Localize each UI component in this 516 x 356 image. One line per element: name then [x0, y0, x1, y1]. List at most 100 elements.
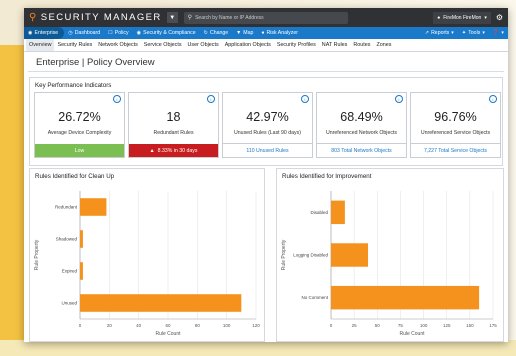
kpi-value: 18 [166, 110, 181, 124]
nav-help[interactable]: ❓ ▾ [489, 27, 508, 39]
magnifier-logo-icon: ⚲ [29, 12, 38, 23]
user-name: FireMon FireMon [443, 14, 482, 21]
subnav-zones[interactable]: Zones [373, 39, 394, 51]
x-tick-label: 50 [375, 323, 381, 328]
x-tick-label: 100 [420, 323, 428, 328]
brand-menu-button[interactable]: ▼ [166, 12, 178, 23]
kpi-label: Average Device Complexity [47, 130, 112, 136]
kpi-card-device-complexity[interactable]: i 26.72% Average Device Complexity Low [34, 92, 125, 158]
x-tick-label: 125 [443, 323, 451, 328]
subnav-overview[interactable]: Overview [26, 39, 55, 51]
kpi-value: 42.97% [246, 110, 289, 124]
main-nav: ◉ Enterprise ◷ Dashboard ☐ Policy ◉ Security… [24, 27, 508, 39]
kpi-label: Unreferenced Network Objects [326, 130, 397, 136]
chevron-down-icon: ▾ [484, 14, 487, 21]
sub-nav: Overview Security Rules Network Objects … [24, 39, 508, 52]
kpi-label: Unreferenced Service Objects [420, 130, 491, 136]
bar [331, 243, 369, 267]
nav-security-compliance[interactable]: ◉ Security & Compliance [133, 27, 200, 39]
subnav-user-objects[interactable]: User Objects [185, 39, 222, 51]
search-input[interactable]: ⚲ Search by Name or IP Address [183, 11, 348, 24]
info-icon[interactable]: i [207, 95, 215, 103]
y-axis-title: Rule Property [281, 239, 287, 270]
x-tick-label: 100 [223, 323, 231, 328]
refresh-icon: ↻ [203, 30, 208, 36]
policy-icon: ☐ [108, 30, 113, 36]
info-icon[interactable]: i [395, 95, 403, 103]
chevron-down-icon: ▾ [482, 30, 485, 36]
top-bar: ⚲ SECURITY MANAGER ▼ ⚲ Search by Name or… [24, 8, 508, 27]
x-tick-label: 150 [466, 323, 474, 328]
kpi-label: Unused Rules (Last 90 days) [234, 130, 301, 136]
kpi-panel: Key Performance Indicators i 26.72% Aver… [29, 77, 503, 166]
info-icon[interactable]: i [113, 95, 121, 103]
user-menu[interactable]: ● FireMon FireMon ▾ [433, 11, 491, 24]
subnav-service-objects[interactable]: Service Objects [141, 39, 185, 51]
kpi-footer: ▲ 8.33% in 30 days [129, 144, 218, 157]
cleanup-chart: 0 20 40 60 80 100 120 Redundant Shadowed Expired U… [34, 191, 260, 337]
nav-dashboard[interactable]: ◷ Dashboard [64, 27, 104, 39]
nav-label: Dashboard [74, 30, 101, 36]
nav-map[interactable]: ▼ Map [232, 27, 257, 39]
improvement-chart: 0 25 50 75 100 125 150 175 Disabled Logging Disab… [281, 191, 497, 337]
nav-tools[interactable]: ✦ Tools ▾ [458, 27, 489, 39]
kpi-footer-link[interactable]: 7,227 Total Service Objects [411, 143, 500, 157]
cleanup-chart-panel: Rules Identified for Clean Up 0 20 40 60 80 1… [29, 168, 265, 342]
y-tick-label: No Comment [301, 295, 328, 300]
help-icon: ❓ [492, 30, 500, 36]
subnav-application-objects[interactable]: Application Objects [222, 39, 274, 51]
subnav-network-objects[interactable]: Network Objects [95, 39, 141, 51]
bar [331, 285, 480, 310]
kpi-label: Redundant Rules [153, 130, 194, 136]
nav-label: Risk Analyzer [266, 30, 298, 36]
x-tick-label: 20 [107, 323, 113, 328]
bar [80, 198, 107, 216]
gear-icon[interactable]: ⚙ [496, 13, 503, 22]
kpi-footer-text: 8.33% in 30 days [157, 147, 198, 154]
x-axis-title: Rule Count [399, 331, 425, 337]
user-area: ● FireMon FireMon ▾ ⚙ [433, 11, 503, 24]
bar [80, 230, 83, 248]
nav-label: Policy [114, 30, 129, 36]
arrow-up-icon: ▲ [149, 147, 155, 154]
nav-reports[interactable]: ↗ Reports ▾ [421, 27, 458, 39]
kpi-card-unused-rules[interactable]: i 42.97% Unused Rules (Last 90 days) 110… [222, 92, 313, 158]
subnav-security-rules[interactable]: Security Rules [54, 39, 95, 51]
y-tick-label: Shadowed [56, 237, 78, 242]
kpi-value: 26.72% [58, 110, 101, 124]
nav-risk-analyzer[interactable]: ● Risk Analyzer [257, 27, 302, 39]
page-title: Enterprise | Policy Overview [28, 52, 504, 72]
nav-policy[interactable]: ☐ Policy [104, 27, 133, 39]
nav-label: Tools [468, 30, 481, 36]
subnav-security-profiles[interactable]: Security Profiles [274, 39, 319, 51]
kpi-card-unreferenced-network[interactable]: i 68.49% Unreferenced Network Objects 80… [316, 92, 407, 158]
y-tick-label: Expired [62, 269, 78, 274]
kpi-value: 68.49% [340, 110, 383, 124]
kpi-card-unreferenced-service[interactable]: i 96.76% Unreferenced Service Objects 7,… [410, 92, 501, 158]
dashboard-icon: ◷ [68, 30, 73, 36]
nav-label: Map [243, 30, 254, 36]
subnav-nat-rules[interactable]: NAT Rules [319, 39, 351, 51]
subnav-routes[interactable]: Routes [350, 39, 373, 51]
info-icon[interactable]: i [489, 95, 497, 103]
kpi-footer-link[interactable]: 803 Total Network Objects [317, 143, 406, 157]
shield-icon: ◉ [136, 30, 142, 36]
chevron-down-icon: ▼ [169, 14, 176, 21]
nav-label: Enterprise [34, 30, 59, 36]
kpi-footer-link[interactable]: 110 Unused Rules [223, 143, 312, 157]
chart-icon: ↗ [424, 30, 430, 36]
nav-change[interactable]: ↻ Change [200, 27, 233, 39]
y-tick-label: Redundant [55, 205, 78, 210]
brand[interactable]: ⚲ SECURITY MANAGER [29, 12, 162, 23]
globe-icon: ◉ [28, 30, 33, 36]
nav-enterprise[interactable]: ◉ Enterprise [24, 27, 65, 39]
info-icon[interactable]: i [301, 95, 309, 103]
improvement-chart-panel: Rules Identified for Improvement 0 25 50 75… [276, 168, 504, 342]
kpi-panel-title: Key Performance Indicators [35, 82, 112, 89]
app-window: ⚲ SECURITY MANAGER ▼ ⚲ Search by Name or… [24, 8, 508, 342]
nav-label: Change [209, 30, 229, 36]
kpi-value: 96.76% [434, 110, 477, 124]
kpi-card-redundant-rules[interactable]: i 18 Redundant Rules ▲ 8.33% in 30 days [128, 92, 219, 158]
x-tick-label: 0 [79, 323, 82, 328]
x-tick-label: 175 [489, 323, 497, 328]
